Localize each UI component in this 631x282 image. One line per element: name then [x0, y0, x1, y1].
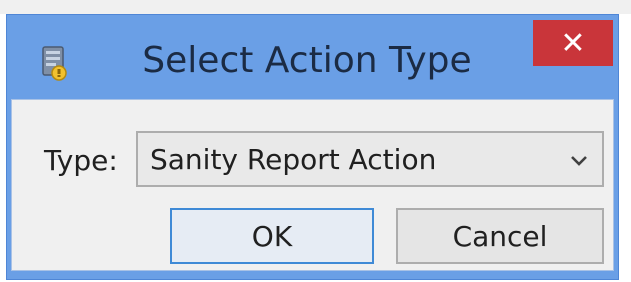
chevron-down-icon [568, 149, 590, 171]
type-dropdown[interactable]: Sanity Report Action [136, 131, 604, 187]
type-label: Type: [44, 144, 118, 177]
close-icon: ✕ [560, 25, 586, 61]
dialog-title: Select Action Type [142, 40, 472, 81]
title-bar[interactable]: Select Action Type ✕ [7, 15, 618, 99]
close-button[interactable]: ✕ [533, 20, 613, 66]
cancel-button[interactable]: Cancel [396, 208, 604, 264]
dialog-body: Type: Sanity Report Action OK Cancel [11, 99, 614, 271]
type-dropdown-value: Sanity Report Action [150, 143, 437, 176]
background-strip [0, 0, 631, 14]
ok-button[interactable]: OK [170, 208, 374, 264]
report-app-icon [37, 43, 71, 83]
select-action-type-dialog: Select Action Type ✕ Type: Sanity Report… [6, 14, 619, 280]
